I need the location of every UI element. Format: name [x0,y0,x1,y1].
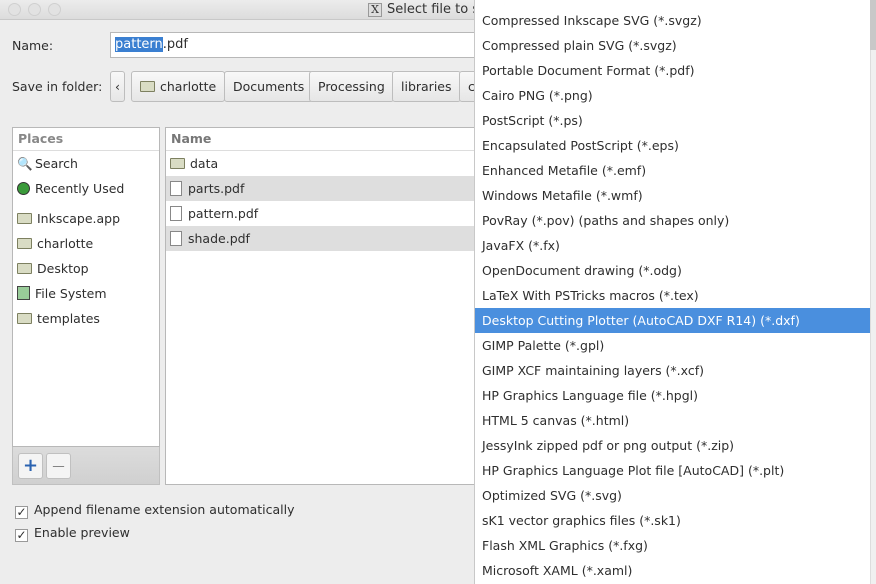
folder-icon [17,213,32,224]
checkmark-icon: ✓ [15,528,28,542]
places-panel: Places 🔍 Search Recently Used Inkscape.app c… [12,127,160,447]
scrollbar-thumb[interactable] [870,0,876,50]
place-item[interactable]: templates [13,306,159,331]
file-row[interactable]: data [166,151,484,176]
folder-icon [17,238,32,249]
window-title: X Select file to s [368,2,479,17]
minus-icon: — [52,458,65,473]
file-list: Name data parts.pdf pattern.pdf shade.pdf [165,127,485,485]
place-item[interactable]: Recently Used [13,176,159,201]
place-item[interactable]: Desktop [13,256,159,281]
checkmark-icon: ✓ [15,505,28,519]
menu-item[interactable]: Optimized SVG (*.svg) [475,483,871,508]
file-icon [170,231,182,246]
menu-item[interactable]: PovRay (*.pov) (paths and shapes only) [475,208,871,233]
breadcrumb-documents[interactable]: Documents [224,71,314,102]
name-input[interactable]: pattern.pdf [110,32,490,58]
menu-item[interactable]: HP Graphics Language Plot file [AutoCAD]… [475,458,871,483]
zoom-window-button[interactable] [48,3,61,16]
menu-item[interactable]: Cairo PNG (*.png) [475,83,871,108]
name-column-header[interactable]: Name [166,128,484,151]
x11-icon: X [368,3,382,17]
save-in-folder-label: Save in folder: [12,79,103,94]
plus-icon: + [22,455,39,476]
menu-item[interactable]: OpenDocument drawing (*.odg) [475,258,871,283]
menu-item[interactable]: Windows Metafile (*.wmf) [475,183,871,208]
menu-item[interactable]: HP Graphics Language file (*.hpgl) [475,383,871,408]
folder-icon [170,158,185,169]
menu-item[interactable]: Encapsulated PostScript (*.eps) [475,133,871,158]
menu-item[interactable]: Enhanced Metafile (*.emf) [475,158,871,183]
menu-item[interactable]: Compressed plain SVG (*.svgz) [475,33,871,58]
folder-icon [17,263,32,274]
menu-item[interactable]: GIMP XCF maintaining layers (*.xcf) [475,358,871,383]
menu-item[interactable]: PostScript (*.ps) [475,108,871,133]
menu-item[interactable]: HTML 5 canvas (*.html) [475,408,871,433]
file-type-menu: Compressed Inkscape SVG (*.svgz) Compress… [474,0,876,584]
breadcrumb-charlotte[interactable]: charlotte [131,71,226,102]
menu-item[interactable]: Compressed Inkscape SVG (*.svgz) [475,8,871,33]
breadcrumb-back-button[interactable]: ‹ [110,71,125,102]
minimize-window-button[interactable] [28,3,41,16]
places-toolbar: + — [12,447,160,485]
name-label: Name: [12,38,54,53]
breadcrumb-processing[interactable]: Processing [309,71,394,102]
menu-item[interactable]: JavaFX (*.fx) [475,233,871,258]
close-window-button[interactable] [8,3,21,16]
menu-item[interactable]: Flash XML Graphics (*.fxg) [475,533,871,558]
folder-icon [17,313,32,324]
enable-preview-checkbox[interactable]: ✓ Enable preview [15,525,130,542]
menu-item[interactable]: LaTeX With PSTricks macros (*.tex) [475,283,871,308]
breadcrumb-libraries[interactable]: libraries [392,71,461,102]
place-item[interactable]: Inkscape.app [13,206,159,231]
place-item[interactable]: File System [13,281,159,306]
menu-item[interactable]: Microsoft XAML (*.xaml) [475,558,871,583]
search-icon: 🔍 [17,156,33,171]
menu-item-partial[interactable] [475,0,871,8]
drive-icon [17,286,30,300]
append-extension-checkbox[interactable]: ✓ Append filename extension automatically [15,502,295,519]
folder-icon [140,81,155,92]
file-row[interactable]: shade.pdf [166,226,484,251]
menu-scrollbar[interactable] [870,0,876,584]
name-selected-text: pattern [115,37,163,52]
file-icon [170,181,182,196]
recent-icon [17,182,30,195]
place-item[interactable]: 🔍 Search [13,151,159,176]
file-row[interactable]: parts.pdf [166,176,484,201]
menu-item[interactable]: GIMP Palette (*.gpl) [475,333,871,358]
menu-item[interactable]: Desktop Cutting Plotter (AutoCAD DXF R14… [475,308,871,333]
places-header: Places [13,128,159,151]
menu-item[interactable]: Portable Document Format (*.pdf) [475,58,871,83]
name-rest-text: .pdf [162,37,188,52]
add-place-button[interactable]: + [18,453,43,479]
file-icon [170,206,182,221]
file-row[interactable]: pattern.pdf [166,201,484,226]
place-item[interactable]: charlotte [13,231,159,256]
remove-place-button[interactable]: — [46,453,71,479]
menu-item[interactable]: sK1 vector graphics files (*.sk1) [475,508,871,533]
menu-item[interactable]: JessyInk zipped pdf or png output (*.zip… [475,433,871,458]
